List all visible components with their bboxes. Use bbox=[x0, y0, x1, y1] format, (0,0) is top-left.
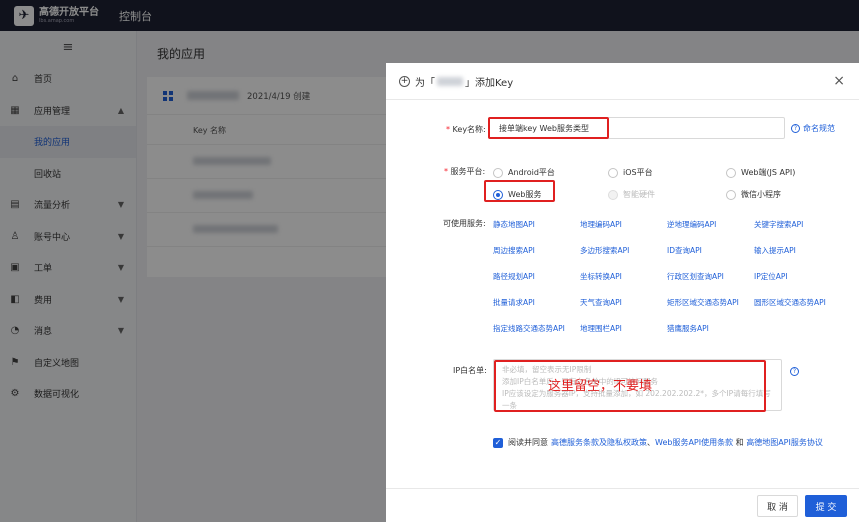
annotation-leave-blank: 这里留空，不要填 bbox=[548, 379, 653, 394]
service-item[interactable]: 坐标转换API bbox=[580, 271, 622, 282]
service-item[interactable]: 地理编码API bbox=[580, 219, 622, 230]
service-item[interactable]: 天气查询API bbox=[580, 297, 622, 308]
service-item[interactable]: 静态地图API bbox=[493, 219, 535, 230]
radio-circle bbox=[726, 189, 736, 200]
modal-title-suffix: 」添加Key bbox=[465, 77, 514, 89]
info-icon: ? bbox=[791, 124, 800, 133]
ip-whitelist-label: IP白名单: bbox=[453, 366, 487, 375]
service-item[interactable]: 行政区划查询API bbox=[667, 271, 724, 282]
platform-label: * 服务平台: bbox=[444, 167, 486, 176]
agreement-checkbox[interactable]: ✓ bbox=[493, 437, 503, 448]
add-key-modal: + 为「 」添加Key × * Key名称: 接单端key Web服务类型 ? 命… bbox=[386, 63, 859, 522]
service-item[interactable]: 矩形区域交通态势API bbox=[667, 297, 739, 308]
service-item[interactable]: ID查询API bbox=[667, 245, 702, 256]
service-item[interactable]: 关键字搜索API bbox=[754, 219, 803, 230]
service-item[interactable]: 输入提示API bbox=[754, 245, 796, 256]
plus-circle-icon: + bbox=[399, 75, 410, 87]
radio-web-js-api[interactable]: Web端(JS API) bbox=[726, 167, 795, 178]
key-name-highlight bbox=[488, 117, 609, 139]
service-item[interactable]: 多边形搜索API bbox=[580, 245, 629, 256]
ip-help-icon[interactable]: ? bbox=[790, 366, 802, 376]
cancel-button[interactable]: 取 消 bbox=[757, 495, 798, 517]
service-item[interactable]: 周边搜索API bbox=[493, 245, 535, 256]
service-item[interactable]: 猎鹰服务API bbox=[667, 323, 709, 334]
key-name-label: * Key名称: bbox=[446, 125, 486, 134]
service-item[interactable]: 指定线路交通态势API bbox=[493, 323, 565, 334]
modal-footer-divider bbox=[386, 488, 859, 489]
radio-circle bbox=[608, 189, 618, 200]
service-item[interactable]: 圆形区域交通态势API bbox=[754, 297, 826, 308]
service-item[interactable]: IP定位API bbox=[754, 271, 788, 282]
service-item[interactable]: 路径规划API bbox=[493, 271, 535, 282]
radio-android[interactable]: Android平台 bbox=[493, 167, 555, 178]
terms-privacy-link[interactable]: 高德服务条款及隐私权政策 bbox=[551, 437, 647, 448]
services-label: 可使用服务: bbox=[443, 219, 486, 228]
radio-wechat-mini[interactable]: 微信小程序 bbox=[726, 189, 781, 200]
radio-circle bbox=[493, 167, 503, 178]
radio-circle bbox=[608, 167, 618, 178]
service-item[interactable]: 地理围栏API bbox=[580, 323, 622, 334]
map-api-agreement-link[interactable]: 高德地图API服务协议 bbox=[746, 437, 823, 448]
naming-rules-link[interactable]: ? 命名规范 bbox=[791, 123, 835, 134]
modal-title-prefix: 为「 bbox=[415, 77, 435, 89]
radio-circle bbox=[726, 167, 736, 178]
close-icon[interactable]: × bbox=[833, 73, 845, 89]
web-api-terms-link[interactable]: Web服务API使用条款 bbox=[655, 437, 733, 448]
modal-header: + 为「 」添加Key bbox=[386, 63, 859, 100]
app-name-blurred bbox=[437, 76, 463, 86]
radio-smart-hardware: 智能硬件 bbox=[608, 189, 655, 200]
agreement-row: ✓ 阅读并同意 高德服务条款及隐私权政策 、 Web服务API使用条款 和 高德… bbox=[493, 437, 823, 448]
submit-button[interactable]: 提 交 bbox=[805, 495, 847, 517]
web-service-highlight bbox=[484, 180, 555, 202]
radio-ios[interactable]: iOS平台 bbox=[608, 167, 653, 178]
service-item[interactable]: 逆地理编码API bbox=[667, 219, 716, 230]
service-item[interactable]: 批量请求API bbox=[493, 297, 535, 308]
